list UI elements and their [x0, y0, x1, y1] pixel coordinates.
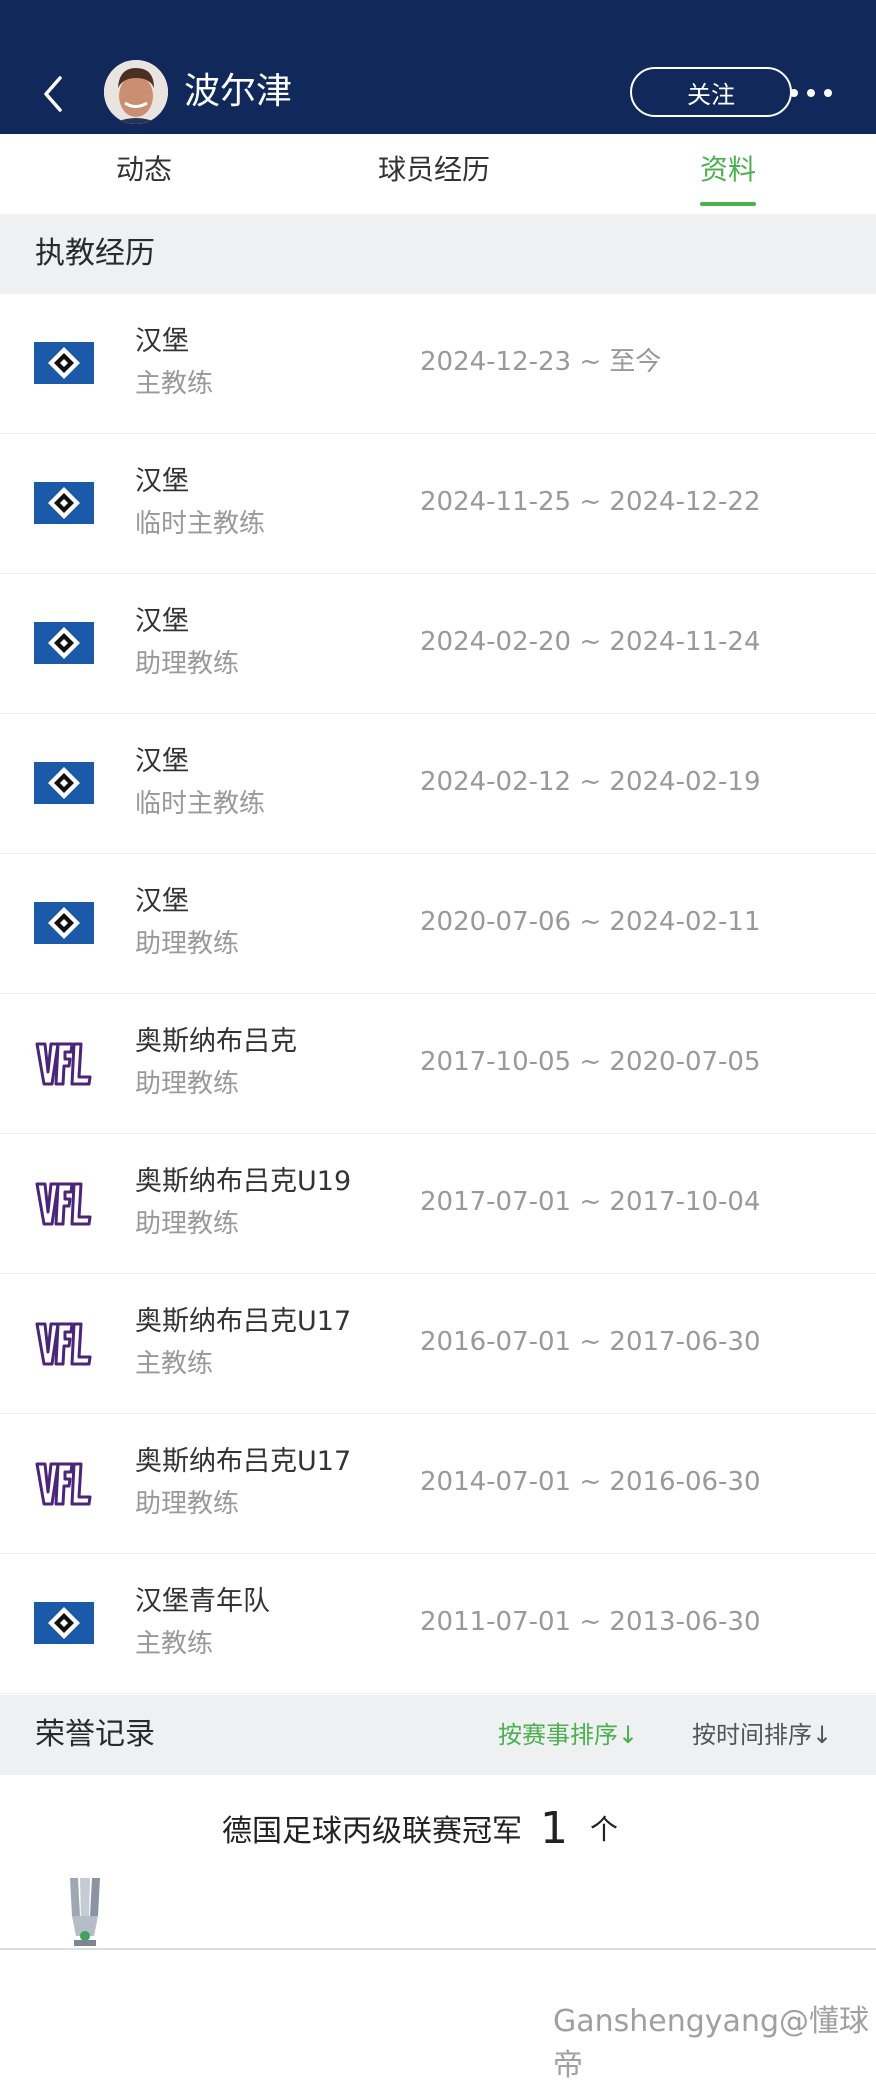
tenure-period: 2024-11-25 ~ 2024-12-22 [420, 487, 761, 517]
tenure-period: 2024-12-23 ~ 至今 [420, 347, 662, 377]
team-name: 奥斯纳布吕克U17 [135, 1306, 352, 1337]
team-logo [34, 479, 94, 529]
coach-role: 主教练 [135, 1629, 214, 1659]
coaching-row[interactable]: 汉堡 助理教练 2020-07-06 ~ 2024-02-11 [0, 854, 876, 994]
coach-role: 助理教练 [135, 1489, 240, 1519]
tab-label: 动态 [116, 153, 173, 186]
team-logo [34, 1179, 94, 1229]
coaching-row[interactable]: 奥斯纳布吕克U19 助理教练 2017-07-01 ~ 2017-10-04 [0, 1134, 876, 1274]
coach-role: 临时主教练 [135, 789, 266, 819]
tenure-period: 2016-07-01 ~ 2017-06-30 [420, 1327, 761, 1357]
team-name: 汉堡 [135, 746, 189, 777]
sort-by-time-button[interactable]: 按时间排序↓ [692, 1695, 832, 1775]
dot-icon [824, 89, 832, 97]
active-tab-indicator [700, 202, 757, 206]
coaching-row[interactable]: 汉堡 临时主教练 2024-11-25 ~ 2024-12-22 [0, 434, 876, 574]
top-bar: 波尔津 关注 [0, 0, 876, 134]
team-name: 汉堡 [135, 606, 189, 637]
player-name: 波尔津 [184, 71, 293, 112]
section-title: 荣誉记录 [35, 1717, 155, 1752]
coach-role: 助理教练 [135, 1209, 240, 1239]
tab-label: 资料 [700, 153, 757, 186]
coach-role: 主教练 [135, 1349, 214, 1379]
tenure-period: 2024-02-20 ~ 2024-11-24 [420, 627, 761, 657]
coaching-section-header: 执教经历 [0, 214, 876, 294]
team-name: 汉堡 [135, 886, 189, 917]
hsv-logo-icon [34, 902, 94, 944]
vfl-logo-icon [35, 1322, 92, 1366]
vfl-logo-icon [35, 1182, 92, 1226]
coaching-row[interactable]: 奥斯纳布吕克U17 主教练 2016-07-01 ~ 2017-06-30 [0, 1274, 876, 1414]
coaching-row[interactable]: 奥斯纳布吕克 助理教练 2017-10-05 ~ 2020-07-05 [0, 994, 876, 1134]
tenure-period: 2020-07-06 ~ 2024-02-11 [420, 907, 761, 937]
vfl-logo-icon [35, 1462, 92, 1506]
hsv-logo-icon [34, 762, 94, 804]
back-button[interactable] [36, 72, 70, 116]
player-photo [104, 60, 168, 124]
team-logo [34, 1599, 94, 1649]
avatar[interactable] [104, 60, 168, 124]
tenure-period: 2024-02-12 ~ 2024-02-19 [420, 767, 761, 797]
trophy-icon [62, 1876, 108, 1948]
team-logo [34, 339, 94, 389]
bottom-divider [0, 1948, 876, 1950]
honor-name: 德国足球丙级联赛冠军 [222, 1814, 522, 1849]
coach-role: 助理教练 [135, 929, 240, 959]
coaching-row[interactable]: 汉堡 临时主教练 2024-02-12 ~ 2024-02-19 [0, 714, 876, 854]
chevron-left-icon [44, 76, 62, 112]
coach-role: 主教练 [135, 369, 214, 399]
coach-role: 助理教练 [135, 649, 240, 679]
team-logo [34, 1459, 94, 1509]
hsv-logo-icon [34, 342, 94, 384]
team-name: 汉堡 [135, 466, 189, 497]
follow-button[interactable]: 关注 [630, 67, 792, 117]
dot-icon [790, 89, 798, 97]
vfl-logo-icon [35, 1042, 92, 1086]
tab-label: 球员经历 [378, 153, 491, 186]
team-name: 奥斯纳布吕克 [135, 1026, 297, 1057]
team-logo [34, 1319, 94, 1369]
coaching-row[interactable]: 汉堡青年队 主教练 2011-07-01 ~ 2013-06-30 [0, 1554, 876, 1694]
sort-by-event-button[interactable]: 按赛事排序↓ [498, 1695, 638, 1775]
tab-career[interactable]: 球员经历 [378, 134, 490, 214]
more-options-button[interactable] [790, 86, 832, 100]
tenure-period: 2017-07-01 ~ 2017-10-04 [420, 1187, 761, 1217]
honor-unit: 个 [590, 1813, 619, 1846]
tab-feed[interactable]: 动态 [116, 134, 172, 214]
coach-role: 助理教练 [135, 1069, 240, 1099]
section-title: 执教经历 [35, 236, 155, 271]
team-logo [34, 759, 94, 809]
tenure-period: 2014-07-01 ~ 2016-06-30 [420, 1467, 761, 1497]
coaching-row[interactable]: 奥斯纳布吕克U17 助理教练 2014-07-01 ~ 2016-06-30 [0, 1414, 876, 1554]
team-logo [34, 899, 94, 949]
tab-bar: 动态 球员经历 资料 [0, 134, 876, 214]
hsv-logo-icon [34, 1602, 94, 1644]
team-name: 奥斯纳布吕克U19 [135, 1166, 352, 1197]
tab-profile[interactable]: 资料 [700, 134, 757, 214]
coach-role: 临时主教练 [135, 509, 266, 539]
team-logo [34, 1039, 94, 1089]
tenure-period: 2017-10-05 ~ 2020-07-05 [420, 1047, 761, 1077]
watermark: Ganshengyang@懂球帝 [553, 2004, 869, 2083]
team-logo [34, 619, 94, 669]
honor-item: 德国足球丙级联赛冠军 1 个 [222, 1798, 618, 1858]
coaching-row[interactable]: 汉堡 主教练 2024-12-23 ~ 至今 [0, 294, 876, 434]
honors-section-header: 荣誉记录 按赛事排序↓ 按时间排序↓ [0, 1695, 876, 1775]
honor-count: 1 [540, 1802, 568, 1854]
hsv-logo-icon [34, 482, 94, 524]
team-name: 奥斯纳布吕克U17 [135, 1446, 352, 1477]
coaching-row[interactable]: 汉堡 助理教练 2024-02-20 ~ 2024-11-24 [0, 574, 876, 714]
dot-icon [807, 89, 815, 97]
team-name: 汉堡 [135, 326, 189, 357]
tenure-period: 2011-07-01 ~ 2013-06-30 [420, 1607, 761, 1637]
team-name: 汉堡青年队 [135, 1586, 270, 1617]
hsv-logo-icon [34, 622, 94, 664]
